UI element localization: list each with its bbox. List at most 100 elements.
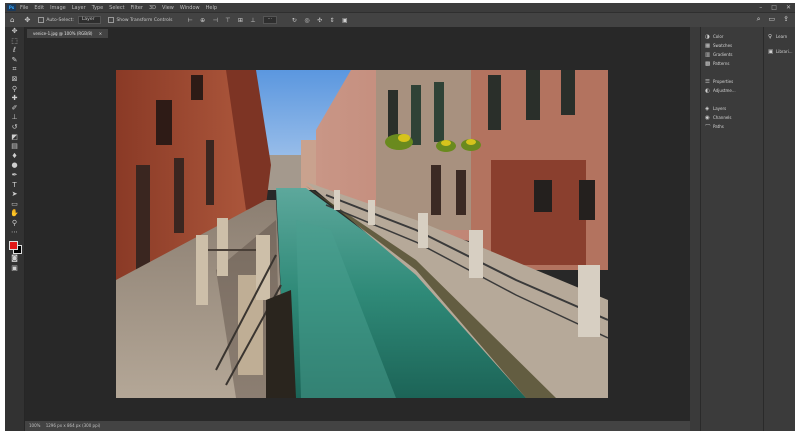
gradient-tool-icon[interactable]: ▤ <box>8 142 21 152</box>
screen-mode-icon[interactable]: ▣ <box>8 264 21 274</box>
quick-select-tool-icon[interactable]: ✎ <box>8 56 21 66</box>
move-tool-icon[interactable]: ✥ <box>24 16 30 24</box>
panel-label: Gradients <box>713 52 733 57</box>
panel-label: Color <box>713 34 724 39</box>
lasso-tool-icon[interactable]: ℓ <box>8 46 21 56</box>
menu-select[interactable]: Select <box>109 5 124 11</box>
menu-edit[interactable]: Edit <box>34 5 44 11</box>
zoom-tool-icon[interactable]: ⚲ <box>8 219 21 229</box>
more-tools-icon[interactable]: ⋯ <box>8 228 21 238</box>
adjustments-icon: ◐ <box>705 87 710 94</box>
more-options-button[interactable]: ··· <box>262 16 277 24</box>
hand-tool-icon[interactable]: ✋ <box>8 209 21 219</box>
marquee-tool-icon[interactable]: ⬚ <box>8 37 21 47</box>
options-bar: ⌂ ✥ Auto-Select: Layer Show Transform Co… <box>5 12 795 28</box>
close-window-button[interactable]: ✕ <box>786 3 791 12</box>
panel-color[interactable]: ◑ Color <box>701 32 763 41</box>
close-tab-icon[interactable]: × <box>99 31 102 36</box>
foreground-color-swatch[interactable] <box>9 241 18 251</box>
clone-stamp-tool-icon[interactable]: ⊥ <box>8 113 21 123</box>
menu-3d[interactable]: 3D <box>149 5 156 11</box>
panel-collapse-strip[interactable] <box>690 27 700 431</box>
panel-label: Layers <box>713 106 727 111</box>
color-icon: ◑ <box>705 33 710 40</box>
auto-select-checkbox[interactable] <box>38 17 45 23</box>
transform-controls-label: Show Transform Controls <box>116 17 173 23</box>
history-brush-tool-icon[interactable]: ↺ <box>8 123 21 133</box>
zoom-level[interactable]: 100% <box>29 423 40 428</box>
workspace-icon[interactable]: ▭ <box>769 15 776 24</box>
transform-controls-checkbox[interactable] <box>108 17 115 23</box>
panel-patterns[interactable]: ▩ Patterns <box>701 59 763 68</box>
panel-swatches[interactable]: ▦ Swatches <box>701 41 763 50</box>
panel-adjustments[interactable]: ◐ Adjustme... <box>701 86 763 95</box>
patterns-icon: ▩ <box>705 60 711 67</box>
photoshop-window: Ps File Edit Image Layer Type Select Fil… <box>5 3 795 431</box>
menu-image[interactable]: Image <box>50 5 66 11</box>
panel-dock-secondary: ♀ Learn ▣ Librari... <box>763 27 795 431</box>
panel-label: Learn <box>776 34 788 39</box>
healing-brush-tool-icon[interactable]: ✚ <box>8 94 21 104</box>
search-icon[interactable]: ⌕ <box>757 15 761 24</box>
panel-paths[interactable]: ⌒ Paths <box>701 122 763 131</box>
app-logo: Ps <box>7 4 16 11</box>
align-top-icon[interactable]: ⊤ <box>225 17 230 24</box>
share-icon[interactable]: ⇪ <box>783 15 789 24</box>
align-right-icon[interactable]: ⊣ <box>213 17 218 24</box>
swatches-icon: ▦ <box>705 42 711 49</box>
canvas-area[interactable] <box>25 38 690 421</box>
tools-panel: ✥ ⬚ ℓ ✎ ⌗ ⊠ ⚲ ✚ ✐ ⊥ ↺ ◩ ▤ ♦ ● ✒ T ➤ ▭ ✋ … <box>5 27 25 431</box>
align-bottom-icon[interactable]: ⊥ <box>250 17 255 24</box>
type-tool-icon[interactable]: T <box>8 181 21 191</box>
menu-view[interactable]: View <box>162 5 174 11</box>
panel-label: Properties <box>713 79 734 84</box>
3d-drag-icon[interactable]: ✣ <box>317 17 322 24</box>
menu-window[interactable]: Window <box>180 5 200 11</box>
dodge-tool-icon[interactable]: ● <box>8 161 21 171</box>
frame-tool-icon[interactable]: ⊠ <box>8 75 21 85</box>
layers-icon: ◈ <box>705 105 710 112</box>
3d-roll-icon[interactable]: ◎ <box>304 17 309 24</box>
blur-tool-icon[interactable]: ♦ <box>8 152 21 162</box>
document-tab-bar: venice-1.jpg @ 100% (RGB/8) × <box>25 27 690 38</box>
maximize-button[interactable]: □ <box>771 3 777 12</box>
menu-layer[interactable]: Layer <box>72 5 86 11</box>
panel-channels[interactable]: ◉ Channels <box>701 113 763 122</box>
eyedropper-tool-icon[interactable]: ⚲ <box>8 85 21 95</box>
3d-scale-icon[interactable]: ▣ <box>342 17 348 24</box>
align-middle-icon[interactable]: ⊞ <box>238 17 243 24</box>
menu-help[interactable]: Help <box>206 5 217 11</box>
menu-file[interactable]: File <box>20 5 28 11</box>
gradients-icon: ▥ <box>705 51 711 58</box>
shape-tool-icon[interactable]: ▭ <box>8 200 21 210</box>
menu-filter[interactable]: Filter <box>131 5 143 11</box>
menu-type[interactable]: Type <box>92 5 103 11</box>
3d-slide-icon[interactable]: ⇕ <box>330 17 335 24</box>
move-tool-icon[interactable]: ✥ <box>8 27 21 37</box>
crop-tool-icon[interactable]: ⌗ <box>8 65 21 75</box>
eraser-tool-icon[interactable]: ◩ <box>8 133 21 143</box>
panel-layers[interactable]: ◈ Layers <box>701 104 763 113</box>
home-icon[interactable]: ⌂ <box>10 16 14 24</box>
panel-label: Adjustme... <box>713 88 736 93</box>
layer-select[interactable]: Layer <box>77 16 102 24</box>
quick-mask-icon[interactable]: ◙ <box>8 254 21 264</box>
align-center-icon[interactable]: ⊕ <box>200 17 205 24</box>
panel-libraries[interactable]: ▣ Librari... <box>764 47 795 56</box>
panel-gradients[interactable]: ▥ Gradients <box>701 50 763 59</box>
align-left-icon[interactable]: ⊢ <box>187 17 192 24</box>
path-selection-tool-icon[interactable]: ➤ <box>8 190 21 200</box>
pen-tool-icon[interactable]: ✒ <box>8 171 21 181</box>
3d-rotate-icon[interactable]: ↻ <box>292 17 297 24</box>
brush-tool-icon[interactable]: ✐ <box>8 104 21 114</box>
panel-learn[interactable]: ♀ Learn <box>764 32 795 41</box>
panel-label: Swatches <box>713 43 733 48</box>
panel-dock: ◑ Color ▦ Swatches ▥ Gradients ▩ Patterns ☰ P… <box>700 27 763 431</box>
document-tab[interactable]: venice-1.jpg @ 100% (RGB/8) × <box>27 29 109 38</box>
venice-canal-photo[interactable] <box>116 70 608 398</box>
document-info: 1296 px x 864 px (300 ppi) <box>45 423 101 428</box>
3d-mode-icons: ↻ ◎ ✣ ⇕ ▣ <box>289 17 351 24</box>
panel-properties[interactable]: ☰ Properties <box>701 77 763 86</box>
minimize-button[interactable]: – <box>759 3 762 12</box>
color-swatches[interactable] <box>8 240 22 255</box>
